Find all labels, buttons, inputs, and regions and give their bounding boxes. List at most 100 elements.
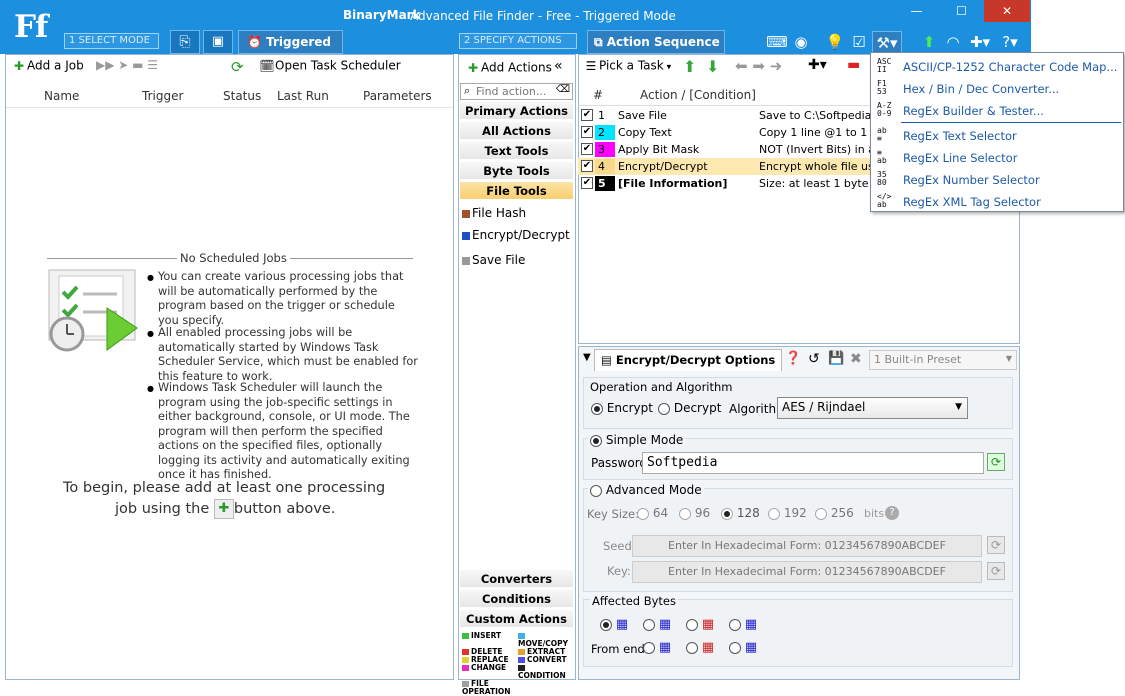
row-checkbox[interactable]: ✔ xyxy=(581,143,593,155)
column-parameters[interactable]: Parameters xyxy=(363,89,432,103)
tab-action-sequence[interactable]: ⧉ Action Sequence (5) xyxy=(587,30,725,71)
maximize-button[interactable]: ☐ xyxy=(939,0,984,22)
key-size-96[interactable]: 96 xyxy=(679,506,710,520)
sequence-row[interactable]: ✔ 1 Save File Save to C:\Softpedia\ xyxy=(578,107,870,124)
tools-menu-button[interactable]: ⚒▾ xyxy=(872,31,902,53)
preset-dropdown[interactable]: 1 Built-in Preset ▼ xyxy=(869,350,1017,370)
category-file-tools[interactable]: File Tools xyxy=(460,182,573,200)
column-name[interactable]: Name xyxy=(44,89,79,103)
key-size-64[interactable]: 64 xyxy=(637,506,668,520)
clear-search-icon[interactable]: ⌫ xyxy=(556,84,570,95)
column-last-run[interactable]: Last Run xyxy=(277,89,329,103)
help-menu-icon[interactable]: ?▾ xyxy=(996,31,1024,53)
key-size-128[interactable]: 128 xyxy=(721,506,760,520)
bulb-icon[interactable]: 💡 xyxy=(824,31,846,53)
key-size-192[interactable]: 192 xyxy=(768,506,807,520)
find-action-input[interactable] xyxy=(476,84,558,99)
affected-opt3[interactable]: ▦ xyxy=(686,617,714,632)
generate-seed-icon[interactable]: ⟳ xyxy=(987,536,1005,554)
row-checkbox[interactable]: ✔ xyxy=(581,126,593,138)
minimize-button[interactable]: — xyxy=(894,0,939,22)
target-icon[interactable]: ◉ xyxy=(790,31,812,53)
affected-opt4[interactable]: ▦ xyxy=(729,617,757,632)
radio-decrypt[interactable]: Decrypt xyxy=(658,401,721,415)
begin-text-c: button above. xyxy=(233,501,336,517)
legend-swatch xyxy=(462,649,469,655)
menu-char-code-map[interactable]: ASCII/CP-1252 Character Code Map... xyxy=(903,60,1117,74)
wifi-icon[interactable]: ◠ xyxy=(942,31,964,53)
key-input[interactable]: Enter In Hexadecimal Form: 01234567890AB… xyxy=(632,561,982,583)
console-icon[interactable]: ⌨ xyxy=(766,31,788,53)
column-status[interactable]: Status xyxy=(223,89,261,103)
row-checkbox[interactable]: ✔ xyxy=(581,109,593,121)
plus-menu-icon[interactable]: ✚▾ xyxy=(966,31,994,53)
upload-arrow-icon[interactable]: ⬆ xyxy=(918,31,940,53)
from-end-opt2[interactable]: ▦ xyxy=(686,640,714,655)
move-up-icon[interactable]: ⬆ xyxy=(683,57,696,76)
menu-regex-xml-selector[interactable]: RegEx XML Tag Selector xyxy=(903,195,1041,209)
row-checkbox[interactable]: ✔ xyxy=(581,160,593,172)
menu-hex-converter[interactable]: Hex / Bin / Dec Converter... xyxy=(903,82,1059,96)
generate-password-icon[interactable]: ⟳ xyxy=(987,453,1005,471)
radio-simple-mode[interactable]: Simple Mode xyxy=(588,433,686,447)
category-conditions[interactable]: Conditions xyxy=(460,590,573,608)
checklist-icon[interactable]: ☑ xyxy=(848,31,870,53)
add-actions-button[interactable]: ✚ Add Actions xyxy=(465,60,552,76)
generate-key-icon[interactable]: ⟳ xyxy=(987,562,1005,580)
seed-input[interactable]: Enter In Hexadecimal Form: 01234567890AB… xyxy=(632,535,982,557)
row-checkbox[interactable]: ✔ xyxy=(581,177,593,189)
tool-file-hash[interactable]: File Hash xyxy=(462,206,526,220)
refresh-icon[interactable]: ⟳ xyxy=(231,58,244,76)
operation-group-label: Operation and Algorithm xyxy=(590,380,733,394)
remove-action-icon[interactable]: ▬ xyxy=(847,57,860,73)
category-text-tools[interactable]: Text Tools xyxy=(460,142,573,160)
reset-icon[interactable]: ↺ xyxy=(808,351,820,367)
sequence-row[interactable]: ✔3Apply Bit Mask NOT (Invert Bits) in all… xyxy=(578,141,870,158)
tool-encrypt-decrypt[interactable]: Encrypt/Decrypt xyxy=(462,228,570,242)
category-converters[interactable]: Converters xyxy=(460,570,573,588)
affected-all-option[interactable]: ▦ xyxy=(600,617,628,632)
collapse-actions-button[interactable]: « xyxy=(554,58,563,74)
tab-triggered[interactable]: ⏰ Triggered (0) xyxy=(238,30,343,71)
radio-advanced-mode[interactable]: Advanced Mode xyxy=(588,483,704,497)
radio-encrypt[interactable]: Encrypt xyxy=(591,401,653,415)
key-size-help-icon[interactable]: ? xyxy=(885,506,899,520)
open-scheduler-label: Open Task Scheduler xyxy=(275,58,401,73)
collapse-options-icon[interactable]: ▼ xyxy=(583,352,591,363)
category-byte-tools[interactable]: Byte Tools xyxy=(460,162,573,180)
tool-save-file[interactable]: Save File xyxy=(462,253,525,267)
close-options-icon[interactable]: ✖ xyxy=(850,351,862,367)
save-preset-icon[interactable]: 💾 xyxy=(828,351,844,366)
sequence-row[interactable]: ✔4Encrypt/Decrypt Encrypt whole file usin xyxy=(578,158,870,175)
from-end-opt3[interactable]: ▦ xyxy=(729,640,757,655)
open-scheduler-button[interactable]: 🗓Open Task Scheduler xyxy=(259,58,401,74)
regex-xml-icon: </> ab xyxy=(877,192,892,209)
menu-regex-builder[interactable]: RegEx Builder & Tester... xyxy=(903,104,1044,118)
no-jobs-heading: No Scheduled Jobs xyxy=(177,251,290,265)
add-sequence-menu-icon[interactable]: ✚▾ xyxy=(808,57,827,73)
from-end-opt1[interactable]: ▦ xyxy=(643,640,671,655)
mode-scan-icon[interactable]: ▣ xyxy=(203,30,233,54)
move-down-icon[interactable]: ⬇ xyxy=(706,57,719,76)
help-icon[interactable]: ❓ xyxy=(785,351,801,366)
affected-opt2[interactable]: ▦ xyxy=(643,617,671,632)
category-all-actions[interactable]: All Actions xyxy=(460,122,573,140)
add-job-button[interactable]: ✚ Add a Job xyxy=(11,58,84,74)
password-input[interactable]: Softpedia xyxy=(642,452,984,474)
close-button[interactable]: ✕ xyxy=(984,0,1030,22)
key-size-256[interactable]: 256 xyxy=(815,506,854,520)
mode-file-icon[interactable]: ⎘ xyxy=(170,30,200,54)
sequence-row[interactable]: ✔ 5 [File Information] Size: at least 1 byt… xyxy=(578,175,870,192)
begin-text-line1: To begin, please add at least one proces… xyxy=(63,480,386,496)
menu-regex-number-selector[interactable]: RegEx Number Selector xyxy=(903,173,1040,187)
sequence-row[interactable]: ✔ 2 Copy Text Copy 1 line @1 to 1 l xyxy=(578,124,870,141)
category-custom-actions[interactable]: Custom Actions xyxy=(460,610,573,628)
menu-regex-line-selector[interactable]: RegEx Line Selector xyxy=(903,151,1017,165)
chevron-down-icon: ▼ xyxy=(955,402,962,412)
algorithm-select[interactable]: AES / Rijndael ▼ xyxy=(777,397,968,419)
pick-task-button[interactable]: ☰ Pick a Task ▾ xyxy=(583,58,672,74)
column-trigger[interactable]: Trigger xyxy=(142,89,183,103)
options-tab[interactable]: ▤ Encrypt/Decrypt Options xyxy=(594,349,783,371)
category-primary-actions[interactable]: Primary Actions xyxy=(460,102,573,120)
menu-regex-text-selector[interactable]: RegEx Text Selector xyxy=(903,129,1017,143)
